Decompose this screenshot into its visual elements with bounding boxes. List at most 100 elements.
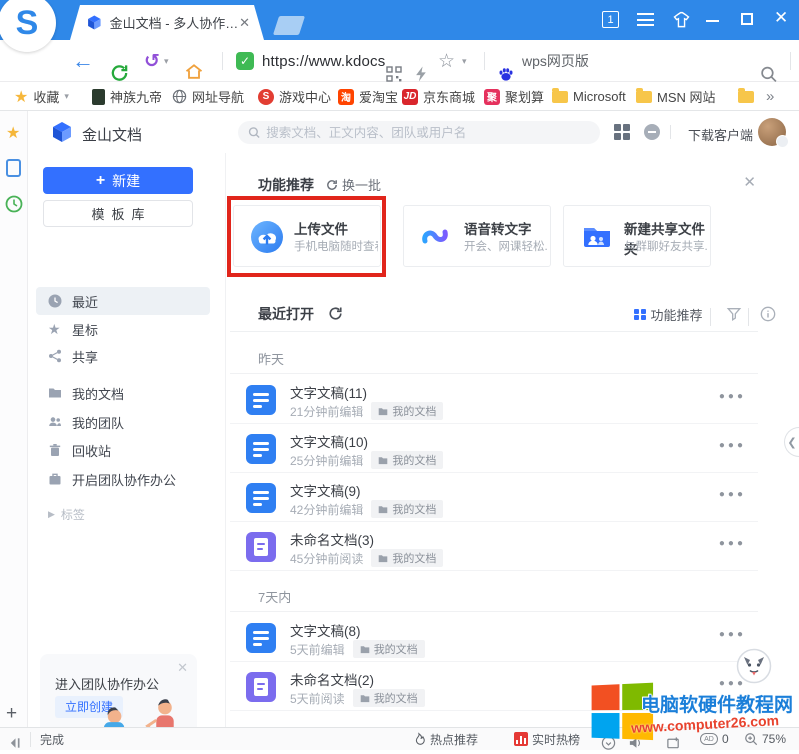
doc-location-tag[interactable]: 我的文档 [371,451,443,469]
bookmarks-overflow-button[interactable]: » [766,82,774,111]
bookmark-item[interactable]: 神族九帝 [92,82,162,111]
doc-row[interactable]: 文字文稿(11) 21分钟前编辑 我的文档 ●●● [230,375,758,424]
feature-card-shared-folder[interactable]: 新建共享文件夹 与群聊好友共享... [563,205,711,267]
feature-card-voice[interactable]: 语音转文字 开会、网课轻松... [403,205,551,267]
kdocs-logo-icon[interactable] [50,120,74,144]
reader-mode-icon[interactable] [601,732,616,754]
sidebar-item-tags[interactable]: ▶ 标签 [48,503,208,525]
theme-skin-icon[interactable] [671,10,692,31]
doc-row[interactable]: 文字文稿(9) 42分钟前编辑 我的文档 ●●● [230,473,758,522]
sidebar-item-team-office[interactable]: 开启团队协作办公 [36,465,210,493]
realtime-hot-button[interactable]: 实时热榜 [514,728,580,750]
more-actions-icon[interactable]: ●●● [719,629,746,640]
new-doc-button[interactable]: + 新建 [43,167,193,194]
template-library-button[interactable]: 模板库 [43,200,193,227]
doc-meta: 5天前编辑 [290,641,345,658]
sidebar-item-my-team[interactable]: 我的团队 [36,408,210,436]
back-icon[interactable]: ← [72,40,94,82]
doc-location-tag[interactable]: 我的文档 [353,689,425,707]
sidebar-item-shared[interactable]: 共享 [36,342,210,370]
doc-location-tag[interactable]: 我的文档 [353,640,425,658]
menu-icon[interactable] [637,13,654,26]
download-client-link[interactable]: 下载客户端 [688,125,753,144]
bookmark-favicon: 聚 [484,89,500,105]
page-zoom-control[interactable]: 75% [744,728,786,750]
new-tab-button[interactable] [273,16,305,35]
doc-row[interactable]: 文字文稿(8) 5天前编辑 我的文档 ●●● [230,613,758,662]
user-avatar[interactable] [758,118,786,146]
card-title: 语音转文字 [464,218,532,238]
bookmark-folder[interactable]: MSN 网站 [636,82,716,111]
bookmark-item[interactable]: 淘 爱淘宝 [338,82,398,111]
doc-row[interactable]: 未命名文档(3) 45分钟前阅读 我的文档 ●●● [230,522,758,571]
more-actions-icon[interactable]: ●●● [719,440,746,451]
tab-close-icon[interactable]: ✕ [239,15,250,31]
avatar-badge-icon [776,135,789,148]
add-panel-icon[interactable]: + [6,703,17,725]
bookmark-item[interactable]: S 游戏中心 [258,82,331,111]
ad-icon: AD [700,733,718,745]
more-actions-icon[interactable]: ●●● [719,489,746,500]
search-input[interactable] [266,126,590,140]
bookmark-star-icon[interactable]: ☆ [438,40,455,82]
bookmark-folder[interactable]: Microsoft [552,82,626,111]
mute-speaker-icon[interactable] [628,732,643,754]
side-panel-expand-handle[interactable]: ❮ [784,427,799,457]
folder-icon [738,91,754,103]
bookmark-item[interactable]: 聚 聚划算 [484,82,544,111]
site-safety-shield-icon[interactable]: ✓ [236,40,254,82]
history-panel-icon[interactable] [5,195,23,213]
assistant-mascot-icon[interactable] [736,648,772,684]
doc-location-tag[interactable]: 我的文档 [371,549,443,567]
undo-dropdown-icon[interactable]: ▾ [164,40,169,82]
sidebar-item-trash[interactable]: 回收站 [36,436,210,464]
sidebar-item-starred[interactable]: ★ 星标 [36,315,210,343]
screenshot-icon[interactable] [666,732,681,754]
close-window-button[interactable]: ✕ [774,8,788,28]
doc-location-tag[interactable]: 我的文档 [371,500,443,518]
recent-opened-header: 最近打开 功能推荐 [230,299,758,332]
browser-tab[interactable]: 金山文档 - 多人协作在线 ✕ [70,5,264,40]
info-icon[interactable] [760,306,776,322]
refresh-icon [326,179,338,191]
search-query-text[interactable]: wps网页版 [522,40,589,82]
text-doc-icon [246,385,276,415]
feedback-icon[interactable] [644,124,660,140]
bookmark-item[interactable]: JD 京东商城 [402,82,475,111]
favorites-button[interactable]: ★ 收藏 ▾ [14,82,69,111]
kdocs-page: 金山文档 下载客户端 + 新建 模板库 最近 [28,111,799,727]
favorites-panel-icon[interactable]: ★ [6,123,20,143]
bookmark-dropdown-icon[interactable]: ▾ [462,40,467,82]
doc-location-tag[interactable]: 我的文档 [371,402,443,420]
ad-block-counter[interactable]: AD 0 [700,728,729,750]
download-count-badge[interactable]: 1 [602,11,619,28]
address-url[interactable]: https://www.kdocs [262,40,385,82]
feature-shuffle-button[interactable]: 换一批 [326,175,381,194]
recent-title: 最近打开 [258,304,314,324]
sidebar-item-my-docs[interactable]: 我的文档 [36,379,210,407]
undo-icon[interactable]: ↺ [144,40,160,82]
status-text: 完成 [40,728,64,750]
sidebar-item-recent[interactable]: 最近 [36,287,210,315]
more-actions-icon[interactable]: ●●● [719,391,746,402]
apps-grid-icon[interactable] [614,124,630,140]
minimize-button[interactable] [706,20,719,22]
doc-row[interactable]: 未命名文档(2) 5天前阅读 我的文档 ●●● [230,662,758,711]
bar-chart-icon [514,732,528,746]
promo-close-icon[interactable]: ✕ [177,660,188,676]
hot-recommend-button[interactable]: 热点推荐 [412,728,478,750]
feature-recommend-toggle[interactable]: 功能推荐 [634,305,703,324]
brand-title[interactable]: 金山文档 [82,124,142,145]
feature-panel-close-icon[interactable]: ✕ [743,173,756,191]
doc-row[interactable]: 文字文稿(10) 25分钟前编辑 我的文档 ●●● [230,424,758,473]
filter-icon[interactable] [726,306,742,322]
bookmark-folder[interactable] [738,82,754,111]
maximize-button[interactable] [741,13,753,25]
bookmark-item[interactable]: 网址导航 [172,82,244,111]
zoom-in-icon [744,732,758,746]
more-actions-icon[interactable]: ●●● [719,538,746,549]
mobile-panel-icon[interactable] [6,159,21,177]
collapse-sidebar-icon[interactable] [8,732,23,754]
refresh-icon[interactable] [328,306,343,321]
doc-search-box[interactable] [238,121,600,144]
